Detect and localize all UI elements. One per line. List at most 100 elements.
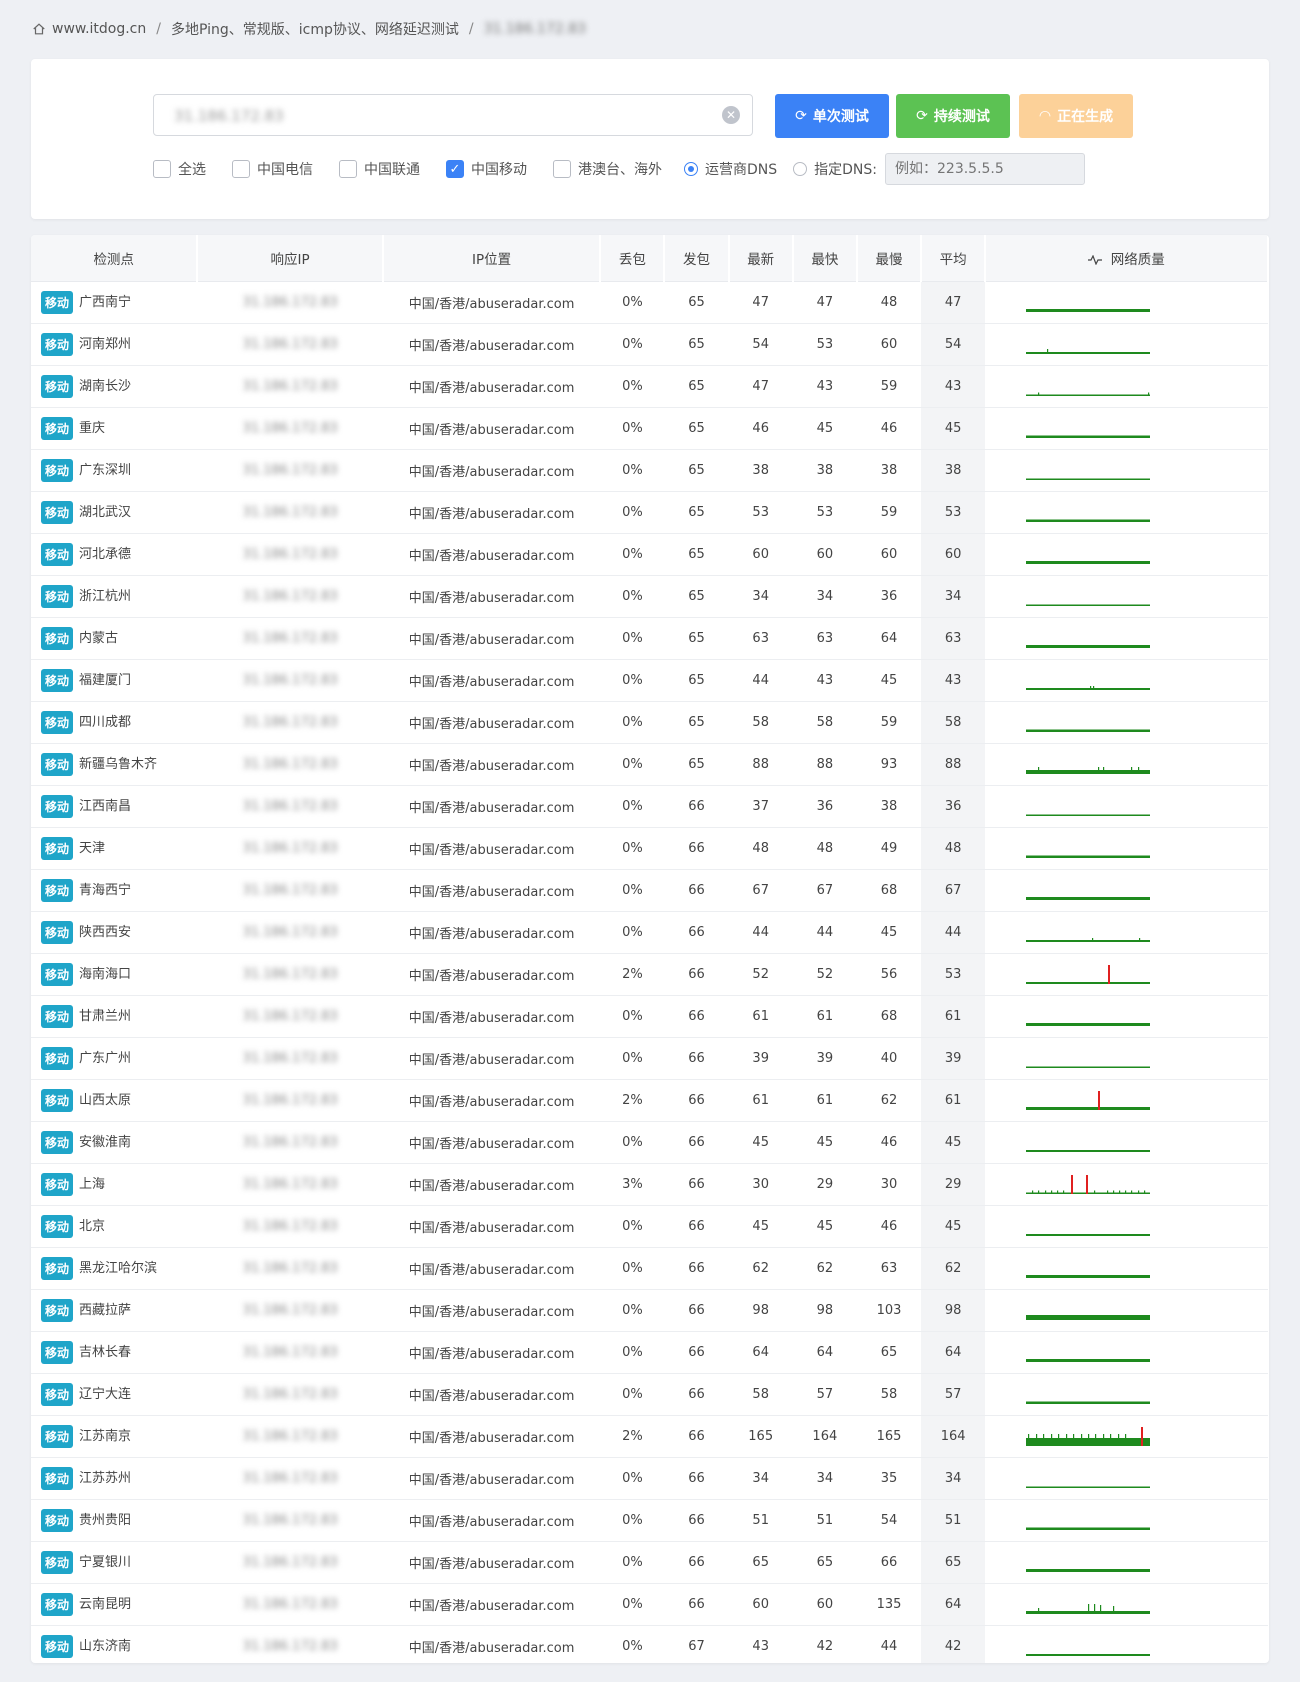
quality-sparkline[interactable] — [1026, 834, 1151, 864]
quality-sparkline[interactable] — [1026, 1170, 1151, 1200]
breadcrumb-site[interactable]: www.itdog.cn — [52, 21, 146, 37]
quality-sparkline[interactable] — [1026, 1590, 1151, 1620]
col-header-loss[interactable]: 丢包 — [600, 235, 666, 282]
quality-sparkline[interactable] — [1026, 1086, 1151, 1116]
quality-sparkline[interactable] — [1026, 960, 1151, 990]
filter-overseas[interactable]: 港澳台、海外 — [553, 159, 662, 179]
quality-sparkline[interactable] — [1026, 666, 1151, 696]
single-test-button[interactable]: ⟳ 单次测试 — [775, 94, 889, 138]
col-header-average[interactable]: 平均 — [921, 235, 987, 282]
sent-cell: 66 — [664, 1541, 729, 1584]
quality-sparkline[interactable] — [1026, 918, 1151, 948]
quality-spike — [1107, 1190, 1109, 1192]
quality-sparkline[interactable] — [1026, 1548, 1151, 1578]
loss-cell: 0% — [600, 827, 665, 870]
quality-sparkline[interactable] — [1026, 456, 1151, 486]
quality-sparkline[interactable] — [1026, 624, 1151, 654]
col-header-location[interactable]: 检测点 — [31, 235, 199, 282]
radio[interactable] — [793, 162, 808, 176]
col-header-response-ip[interactable]: 响应IP — [197, 235, 384, 282]
quality-cell — [985, 785, 1268, 828]
col-header-fastest[interactable]: 最快 — [792, 235, 858, 282]
checkbox[interactable] — [232, 160, 250, 178]
isp-filter-group: 全选 中国电信 中国联通 ✓ 中国移动 港澳台、海外 — [153, 156, 688, 182]
quality-cell — [985, 281, 1268, 324]
target-input[interactable] — [172, 95, 716, 137]
generating-button[interactable]: ◠ 正在生成 — [1019, 94, 1133, 138]
quality-sparkline[interactable] — [1026, 414, 1151, 444]
response-ip-cell: 31.186.172.83 — [197, 491, 383, 534]
breadcrumb-page[interactable]: 多地Ping、常规版、icmp协议、网络延迟测试 — [171, 19, 459, 39]
quality-sparkline[interactable] — [1026, 1380, 1151, 1410]
quality-sparkline[interactable] — [1026, 498, 1151, 528]
filter-telecom[interactable]: 中国电信 — [232, 159, 313, 179]
sent-cell: 66 — [664, 1079, 729, 1122]
quality-sparkline[interactable] — [1026, 876, 1151, 906]
quality-baseline — [1026, 604, 1151, 606]
isp-tag: 移动 — [41, 459, 74, 482]
quality-sparkline[interactable] — [1026, 330, 1151, 360]
dns-server-input[interactable] — [885, 153, 1085, 185]
table-row: 移动 河北承德 31.186.172.83 中国/香港/abuseradar.com 0… — [31, 533, 1268, 576]
col-header-ip-location[interactable]: IP位置 — [382, 235, 602, 282]
checkbox[interactable] — [553, 160, 571, 178]
col-header-latest[interactable]: 最新 — [728, 235, 794, 282]
slowest-cell: 135 — [856, 1583, 922, 1626]
quality-sparkline[interactable] — [1026, 1128, 1151, 1158]
ip-location-cell: 中国/香港/abuseradar.com — [382, 1079, 601, 1122]
quality-sparkline[interactable] — [1026, 1506, 1151, 1536]
location-name: 福建厦门 — [79, 673, 132, 688]
quality-baseline — [1026, 1358, 1151, 1362]
refresh-icon: ⟳ — [916, 108, 928, 124]
filter-mobile[interactable]: ✓ 中国移动 — [446, 159, 527, 179]
location-name: 河北承德 — [79, 547, 132, 562]
quality-sparkline[interactable] — [1026, 1212, 1151, 1242]
radio-selected[interactable] — [684, 162, 698, 176]
continuous-test-button[interactable]: ⟳ 持续测试 — [896, 94, 1010, 138]
quality-cell — [985, 449, 1268, 492]
quality-sparkline[interactable] — [1026, 1464, 1151, 1494]
col-header-slowest[interactable]: 最慢 — [856, 235, 923, 282]
quality-sparkline[interactable] — [1026, 1338, 1151, 1368]
quality-sparkline[interactable] — [1026, 1422, 1151, 1452]
response-ip-cell: 31.186.172.83 — [197, 1331, 383, 1374]
quality-sparkline[interactable] — [1026, 1296, 1151, 1326]
ip-location-cell: 中国/香港/abuseradar.com — [382, 407, 601, 450]
checkbox-checked[interactable]: ✓ — [446, 160, 464, 178]
location-name: 新疆乌鲁木齐 — [79, 757, 158, 772]
quality-sparkline[interactable] — [1026, 540, 1151, 570]
table-header-row: 检测点 响应IP IP位置 丢包 发包 最新 最快 最慢 平均 网络质量 — [31, 235, 1269, 282]
fastest-cell: 29 — [792, 1163, 857, 1206]
ip-location-cell: 中国/香港/abuseradar.com — [382, 1373, 601, 1416]
quality-sparkline[interactable] — [1026, 1632, 1151, 1662]
filter-all[interactable]: 全选 — [153, 159, 206, 179]
quality-sparkline[interactable] — [1026, 708, 1151, 738]
dns-custom-option[interactable]: 指定DNS: — [793, 159, 877, 179]
table-row: 移动 湖南长沙 31.186.172.83 中国/香港/abuseradar.com 0… — [31, 365, 1268, 408]
quality-sparkline[interactable] — [1026, 582, 1151, 612]
quality-sparkline[interactable] — [1026, 372, 1151, 402]
quality-sparkline[interactable] — [1026, 1044, 1151, 1074]
latest-cell: 43 — [728, 1625, 793, 1663]
col-header-quality[interactable]: 网络质量 — [985, 235, 1269, 282]
col-header-sent[interactable]: 发包 — [664, 235, 730, 282]
isp-tag: 移动 — [41, 963, 74, 986]
isp-tag: 移动 — [41, 1005, 74, 1028]
sent-cell: 66 — [664, 1289, 729, 1332]
dns-carrier-option[interactable]: 运营商DNS — [684, 159, 777, 179]
clear-icon[interactable]: ✕ — [722, 106, 740, 124]
average-cell: 57 — [921, 1373, 986, 1416]
checkbox[interactable] — [153, 160, 171, 178]
table-row: 移动 重庆 31.186.172.83 中国/香港/abuseradar.com 0% 6… — [31, 407, 1268, 450]
isp-tag: 移动 — [41, 1551, 74, 1574]
quality-sparkline[interactable] — [1026, 750, 1151, 780]
sent-cell: 66 — [664, 1121, 729, 1164]
quality-sparkline[interactable] — [1026, 1002, 1151, 1032]
checkbox[interactable] — [339, 160, 357, 178]
quality-sparkline[interactable] — [1026, 1254, 1151, 1284]
filter-unicom[interactable]: 中国联通 — [339, 159, 420, 179]
sent-cell: 65 — [664, 323, 729, 366]
quality-sparkline[interactable] — [1026, 792, 1151, 822]
quality-sparkline[interactable] — [1026, 288, 1151, 318]
quality-cell — [985, 827, 1268, 870]
